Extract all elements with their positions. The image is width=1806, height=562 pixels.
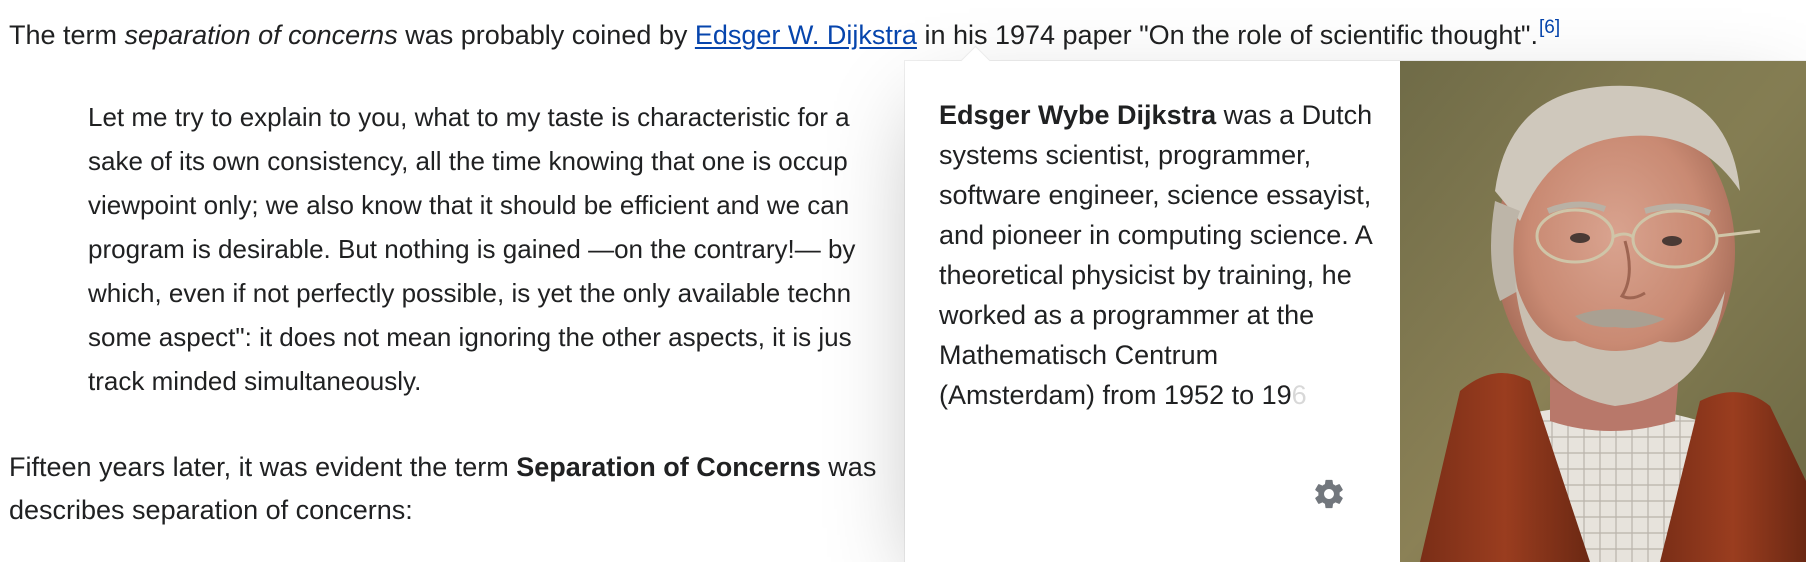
paragraph-fifteen-years: Fifteen years later, it was evident the … <box>9 450 876 484</box>
intro-italic-term: separation of concerns <box>124 20 398 50</box>
intro-text-3: in his 1974 paper "On the role of scient… <box>916 20 1538 50</box>
quote-line: program is desirable. But nothing is gai… <box>88 234 856 264</box>
quote-line: which, even if not perfectly possible, i… <box>88 278 852 308</box>
popup-extract-text: was a Dutch systems scientist, programme… <box>939 100 1373 410</box>
p3-text-2: was <box>820 452 877 482</box>
p3-text-1: Fifteen years later, it was evident the … <box>9 452 517 482</box>
p3-bold-term: Separation of Concerns <box>516 452 821 482</box>
quote-line: viewpoint only; we also know that it sho… <box>88 190 850 220</box>
dijkstra-link[interactable]: Edsger W. Dijkstra <box>695 20 917 50</box>
quote-line: Let me try to explain to you, what to my… <box>88 102 850 132</box>
popup-extract[interactable]: Edsger Wybe Dijkstra was a Dutch systems… <box>939 95 1379 415</box>
quote-line: track minded simultaneously. <box>88 366 422 396</box>
paragraph-fifteen-years-line2: describes separation of concerns: <box>9 495 413 525</box>
gear-icon-svg <box>1315 479 1343 509</box>
gear-icon[interactable] <box>1312 477 1346 511</box>
portrait-image[interactable] <box>1400 61 1806 562</box>
popup-extract-faded-tail: 6 <box>1291 380 1307 410</box>
citation-link[interactable]: [6] <box>1539 17 1560 38</box>
intro-text-1: The term <box>9 20 125 50</box>
paragraph-intro: The term separation of concerns was prob… <box>9 11 1560 52</box>
popup-title: Edsger Wybe Dijkstra <box>939 100 1217 130</box>
quote-line: sake of its own consistency, all the tim… <box>88 146 848 176</box>
quote-line: some aspect": it does not mean ignoring … <box>88 322 852 352</box>
intro-text-2: was probably coined by <box>397 20 695 50</box>
portrait-photo <box>1400 61 1806 562</box>
page-preview-popup[interactable]: Edsger Wybe Dijkstra was a Dutch systems… <box>905 45 1806 562</box>
